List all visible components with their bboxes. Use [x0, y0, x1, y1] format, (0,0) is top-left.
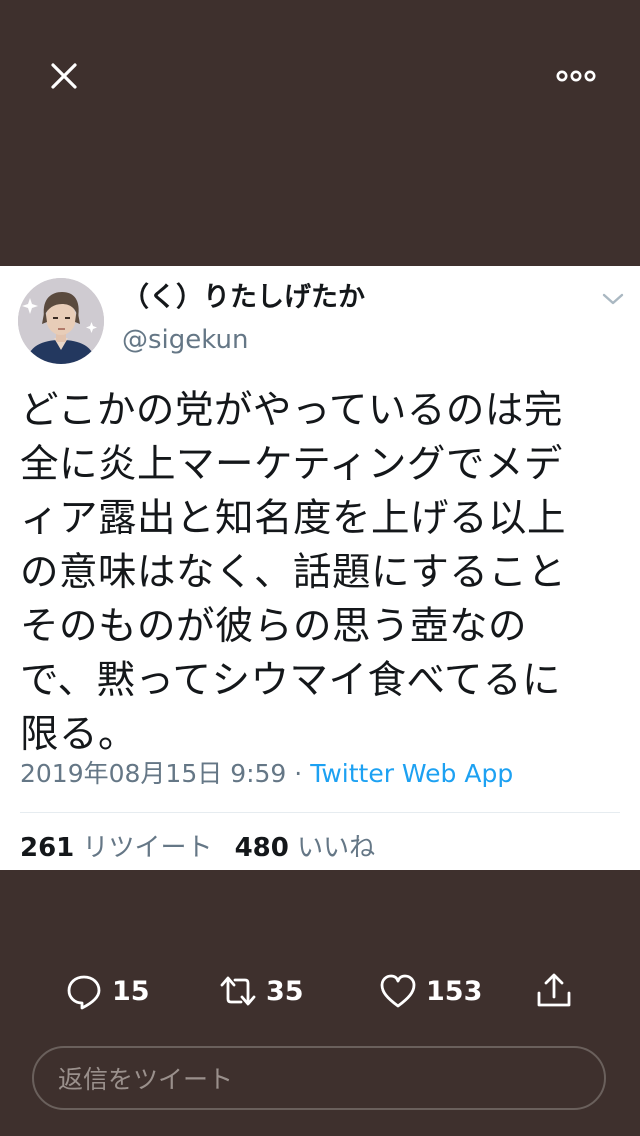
like-button[interactable]: 153 [378, 966, 482, 1016]
avatar[interactable] [18, 278, 104, 364]
tweet-text-line: の意味はなく、話題にすること [20, 550, 567, 595]
like-total: 480 [234, 833, 289, 863]
chevron-down-icon [602, 293, 624, 305]
retweet-button[interactable]: 35 [218, 966, 304, 1016]
like-count: 153 [426, 975, 483, 1007]
reply-icon [67, 975, 101, 1010]
divider [20, 812, 620, 813]
reply-button[interactable]: 15 [64, 966, 150, 1016]
tweet-text-line: 全に炎上マーケティングでメデ [20, 442, 563, 487]
avatar-image [18, 278, 104, 364]
close-button[interactable] [44, 56, 84, 96]
close-icon [51, 63, 77, 89]
tweet-text-line: そのものが彼らの思う壺なの [20, 604, 528, 649]
more-options-button[interactable] [552, 62, 600, 90]
meta-separator: · [286, 759, 311, 788]
tweet-card: （く）りたしげたか @sigekun どこかの党がやっているのは完 全に炎上マー… [0, 266, 640, 870]
reply-count: 15 [112, 975, 150, 1007]
top-bar [0, 0, 640, 150]
retweet-count: 35 [266, 975, 304, 1007]
retweet-total: 261 [20, 833, 75, 863]
retweet-label: リツイート [82, 833, 213, 863]
retweets-stat[interactable]: 261 リツイート [20, 833, 213, 863]
user-handle[interactable]: @sigekun [122, 322, 248, 358]
reply-placeholder: 返信をツイート [58, 1065, 234, 1094]
tweet-options-button[interactable] [600, 290, 626, 308]
retweet-icon [220, 976, 256, 1006]
tweet-meta: 2019年08月15日 9:59 · Twitter Web App [20, 754, 513, 794]
tweet-stats: 261 リツイート 480 いいね [20, 828, 375, 868]
like-label: いいね [297, 833, 376, 863]
tweet-text-line: ィア露出と知名度を上げる以上 [20, 496, 567, 541]
tweet-source-link[interactable]: Twitter Web App [310, 759, 513, 788]
action-bar: 15 35 153 [0, 966, 640, 1016]
tweet-text-line: どこかの党がやっているのは完 [20, 388, 563, 433]
tweet-text: どこかの党がやっているのは完 全に炎上マーケティングでメデ ィア露出と知名度を上… [20, 384, 620, 762]
display-name[interactable]: （く）りたしげたか [122, 278, 365, 318]
more-icon [556, 70, 596, 82]
reply-input[interactable]: 返信をツイート [32, 1046, 606, 1110]
share-icon [537, 973, 571, 1007]
tweet-timestamp: 2019年08月15日 9:59 [20, 759, 287, 788]
share-button[interactable] [534, 966, 574, 1016]
tweet-text-line: で、黙ってシウマイ食べてるに [20, 658, 561, 703]
heart-icon [380, 974, 416, 1008]
likes-stat[interactable]: 480 いいね [235, 833, 376, 863]
